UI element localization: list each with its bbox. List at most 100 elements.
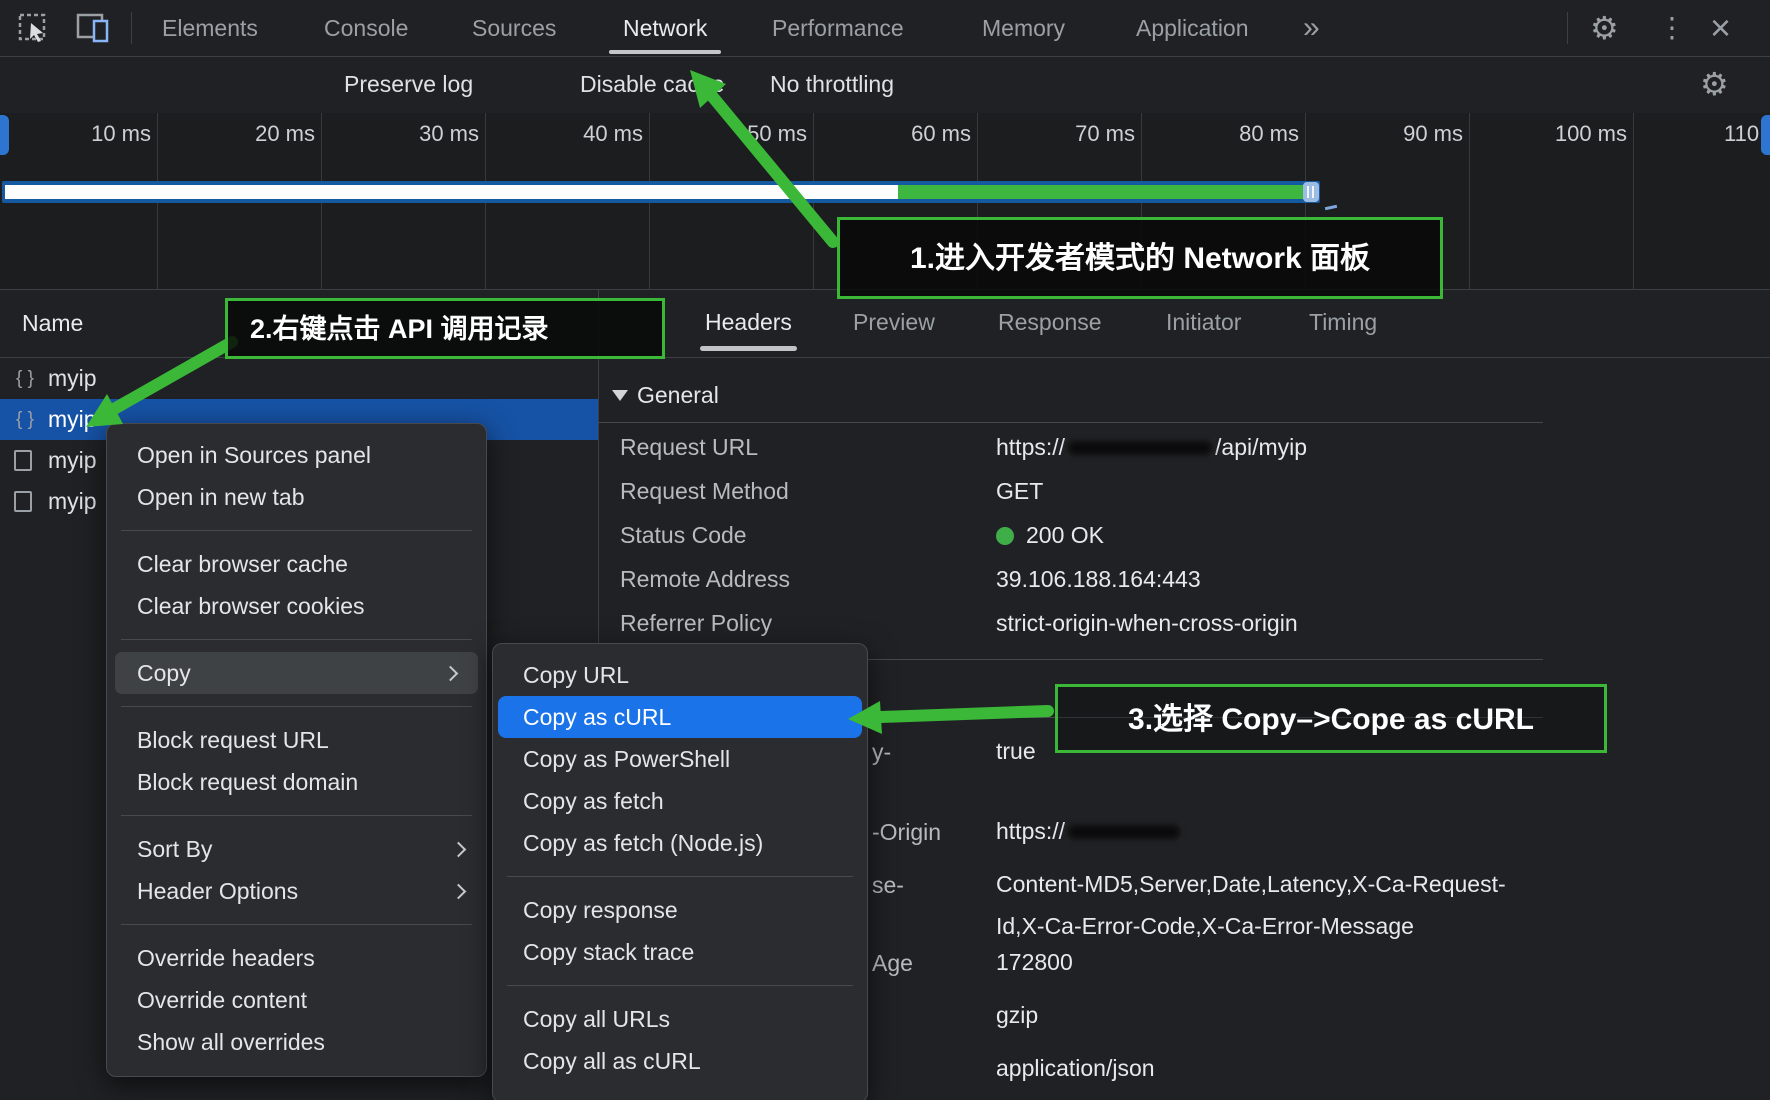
tab-performance[interactable]: Performance bbox=[772, 0, 904, 56]
submenu-item-copy-all-as-curl[interactable]: Copy all as cURL bbox=[493, 1040, 867, 1082]
devtools-tab-bar: Elements Console Sources Network Performance… bbox=[0, 0, 1770, 56]
detail-tab-timing[interactable]: Timing bbox=[1309, 290, 1377, 357]
menu-divider bbox=[507, 876, 853, 877]
submenu-item-copy-as-curl[interactable]: Copy as cURL bbox=[498, 696, 862, 738]
name-column-label: Name bbox=[22, 290, 83, 357]
disable-cache-label: Disable cache bbox=[580, 57, 724, 112]
header-value: application/json bbox=[996, 1047, 1155, 1089]
overview-left-handle[interactable] bbox=[0, 115, 9, 155]
submenu-item-copy-all-urls[interactable]: Copy all URLs bbox=[493, 998, 867, 1040]
annotation-step3: 3.选择 Copy–>Cope as cURL bbox=[1055, 684, 1607, 753]
header-name-fragment: Age bbox=[872, 941, 913, 985]
header-name: Request URL bbox=[620, 426, 758, 468]
tab-console[interactable]: Console bbox=[324, 0, 408, 56]
preserve-log-label: Preserve log bbox=[344, 57, 473, 112]
submenu-item-copy-stack-trace[interactable]: Copy stack trace bbox=[493, 931, 867, 973]
menu-item-show-all-overrides[interactable]: Show all overrides bbox=[107, 1021, 486, 1063]
submenu-chevron-icon bbox=[451, 842, 467, 858]
overview-drag-grip[interactable] bbox=[1303, 182, 1319, 202]
menu-item-clear-browser-cookies[interactable]: Clear browser cookies bbox=[107, 585, 486, 627]
menu-item-block-request-domain[interactable]: Block request domain bbox=[107, 761, 486, 803]
request-row[interactable]: { } myip bbox=[0, 358, 598, 399]
devtools-window: Elements Console Sources Network Performance… bbox=[0, 0, 1770, 1100]
settings-gear-icon[interactable]: ⚙ bbox=[1590, 0, 1619, 56]
submenu-chevron-icon bbox=[451, 884, 467, 900]
close-icon[interactable]: × bbox=[1710, 0, 1731, 56]
request-name: myip bbox=[48, 358, 97, 399]
toolbar-divider bbox=[131, 12, 132, 44]
header-name: Referrer Policy bbox=[620, 602, 772, 644]
menu-item-override-content[interactable]: Override content bbox=[107, 979, 486, 1021]
menu-item-open-in-sources-panel[interactable]: Open in Sources panel bbox=[107, 434, 486, 476]
redacted-blur bbox=[1065, 438, 1215, 458]
ruler-gridline bbox=[1469, 113, 1470, 290]
json-file-icon: { } bbox=[12, 407, 38, 432]
detail-tab-initiator[interactable]: Initiator bbox=[1166, 290, 1241, 357]
menu-item-override-headers[interactable]: Override headers bbox=[107, 937, 486, 979]
submenu-item-copy-as-fetch[interactable]: Copy as fetch bbox=[493, 780, 867, 822]
network-settings-gear-icon[interactable]: ⚙ bbox=[1700, 57, 1729, 112]
tab-memory[interactable]: Memory bbox=[982, 0, 1065, 56]
kebab-menu-icon[interactable]: ⋮ bbox=[1658, 0, 1686, 56]
menu-item-sort-by[interactable]: Sort By bbox=[107, 828, 486, 870]
network-toolbar: Preserve log Disable cache No throttling… bbox=[0, 57, 1770, 112]
request-name: myip bbox=[48, 399, 97, 440]
tab-network[interactable]: Network bbox=[623, 0, 707, 56]
menu-divider bbox=[121, 530, 472, 531]
overview-selection-bar[interactable] bbox=[2, 181, 1320, 203]
general-section-label: General bbox=[637, 382, 719, 408]
ruler-tick-label: 100 ms bbox=[1507, 121, 1627, 147]
collapse-triangle-icon bbox=[612, 390, 628, 401]
detail-tab-preview[interactable]: Preview bbox=[853, 290, 935, 357]
inspect-element-icon[interactable] bbox=[18, 13, 50, 43]
submenu-item-copy-as-fetch-node-js-[interactable]: Copy as fetch (Node.js) bbox=[493, 822, 867, 864]
menu-item-copy[interactable]: Copy bbox=[115, 652, 478, 694]
submenu-item-copy-url[interactable]: Copy URL bbox=[493, 654, 867, 696]
annotation-step1: 1.进入开发者模式的 Network 面板 bbox=[837, 217, 1443, 299]
header-value: 172800 bbox=[996, 941, 1073, 983]
header-name: Remote Address bbox=[620, 558, 790, 600]
header-value: GET bbox=[996, 470, 1043, 512]
menu-item-clear-browser-cache[interactable]: Clear browser cache bbox=[107, 543, 486, 585]
ruler-tick-label: 40 ms bbox=[523, 121, 643, 147]
menu-divider bbox=[121, 815, 472, 816]
menu-item-open-in-new-tab[interactable]: Open in new tab bbox=[107, 476, 486, 518]
tab-application[interactable]: Application bbox=[1136, 0, 1249, 56]
ruler-tick-label: 60 ms bbox=[851, 121, 971, 147]
menu-item-header-options[interactable]: Header Options bbox=[107, 870, 486, 912]
more-tabs-icon[interactable]: » bbox=[1303, 0, 1320, 56]
header-value: https:///api/myip bbox=[996, 426, 1307, 468]
header-name: Status Code bbox=[620, 514, 747, 556]
general-section-header[interactable]: General bbox=[612, 374, 719, 416]
header-name-fragment: y- bbox=[872, 730, 891, 774]
document-file-icon bbox=[14, 491, 32, 512]
ruler-tick-label: 80 ms bbox=[1179, 121, 1299, 147]
header-value: Content-MD5,Server,Date,Latency,X-Ca-Req… bbox=[996, 863, 1506, 947]
detail-tab-headers[interactable]: Headers bbox=[705, 290, 792, 357]
redacted-blur bbox=[1065, 822, 1183, 842]
menu-divider bbox=[121, 706, 472, 707]
ruler-tick-label: 50 ms bbox=[687, 121, 807, 147]
detail-tab-response[interactable]: Response bbox=[998, 290, 1102, 357]
device-toolbar-icon[interactable] bbox=[76, 13, 112, 43]
menu-divider bbox=[121, 924, 472, 925]
request-name: myip bbox=[48, 440, 97, 481]
tab-sources[interactable]: Sources bbox=[472, 0, 556, 56]
menu-item-block-request-url[interactable]: Block request URL bbox=[107, 719, 486, 761]
ruler-tick-label: 20 ms bbox=[195, 121, 315, 147]
submenu-item-copy-response[interactable]: Copy response bbox=[493, 889, 867, 931]
json-file-icon: { } bbox=[12, 366, 38, 391]
header-name-fragment: -Origin bbox=[872, 810, 941, 854]
ruler-tick-label: 90 ms bbox=[1343, 121, 1463, 147]
overview-right-handle[interactable] bbox=[1761, 115, 1770, 155]
header-name: Request Method bbox=[620, 470, 789, 512]
request-name: myip bbox=[48, 481, 97, 522]
annotation-step2: 2.右键点击 API 调用记录 bbox=[225, 298, 665, 359]
overview-cursor-mark bbox=[1325, 205, 1337, 210]
header-value: gzip bbox=[996, 994, 1038, 1036]
throttling-dropdown[interactable]: No throttling bbox=[770, 57, 894, 112]
ruler-tick-label: 30 ms bbox=[359, 121, 479, 147]
tab-elements[interactable]: Elements bbox=[162, 0, 258, 56]
overview-loaded-bar bbox=[5, 185, 898, 199]
submenu-item-copy-as-powershell[interactable]: Copy as PowerShell bbox=[493, 738, 867, 780]
